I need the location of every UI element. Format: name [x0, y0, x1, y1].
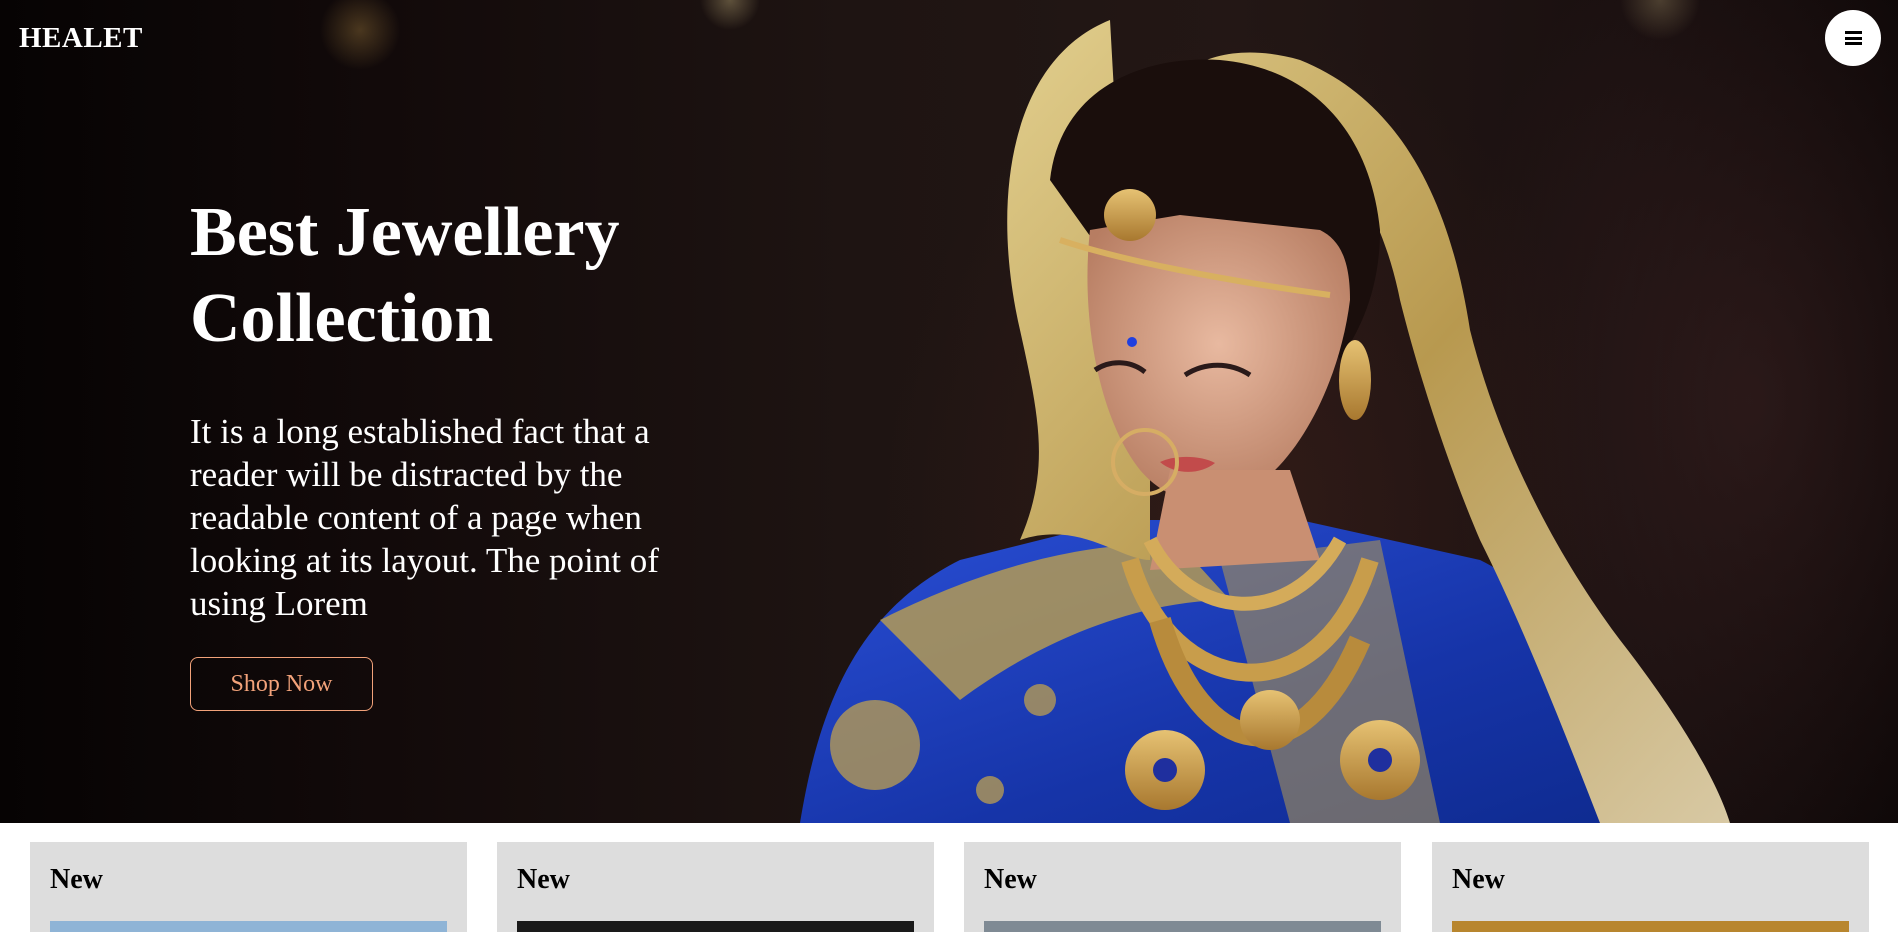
product-card[interactable]: New — [964, 842, 1401, 932]
hero-content: Best Jewellery Collection It is a long e… — [190, 190, 730, 625]
card-badge-label: New — [517, 864, 570, 895]
product-image — [517, 921, 914, 932]
shop-now-button[interactable]: Shop Now — [190, 657, 373, 711]
product-image — [1452, 921, 1849, 932]
card-badge-label: New — [984, 864, 1037, 895]
product-card[interactable]: New — [1432, 842, 1869, 932]
card-badge-label: New — [1452, 864, 1505, 895]
product-cards-section: New New New New — [0, 823, 1898, 932]
card-badge-label: New — [50, 864, 103, 895]
product-image — [984, 921, 1381, 932]
hamburger-menu-icon — [1844, 31, 1862, 45]
product-card[interactable]: New — [497, 842, 934, 932]
product-card[interactable]: New — [30, 842, 467, 932]
hero-title: Best Jewellery Collection — [190, 194, 620, 357]
hero-description: It is a long established fact that a rea… — [190, 412, 659, 623]
brand-logo[interactable]: HEALET — [19, 22, 143, 55]
menu-button[interactable] — [1825, 10, 1881, 66]
hero-banner: HEALET Best Jewellery Collection It is a… — [0, 0, 1898, 823]
product-image — [50, 921, 447, 932]
